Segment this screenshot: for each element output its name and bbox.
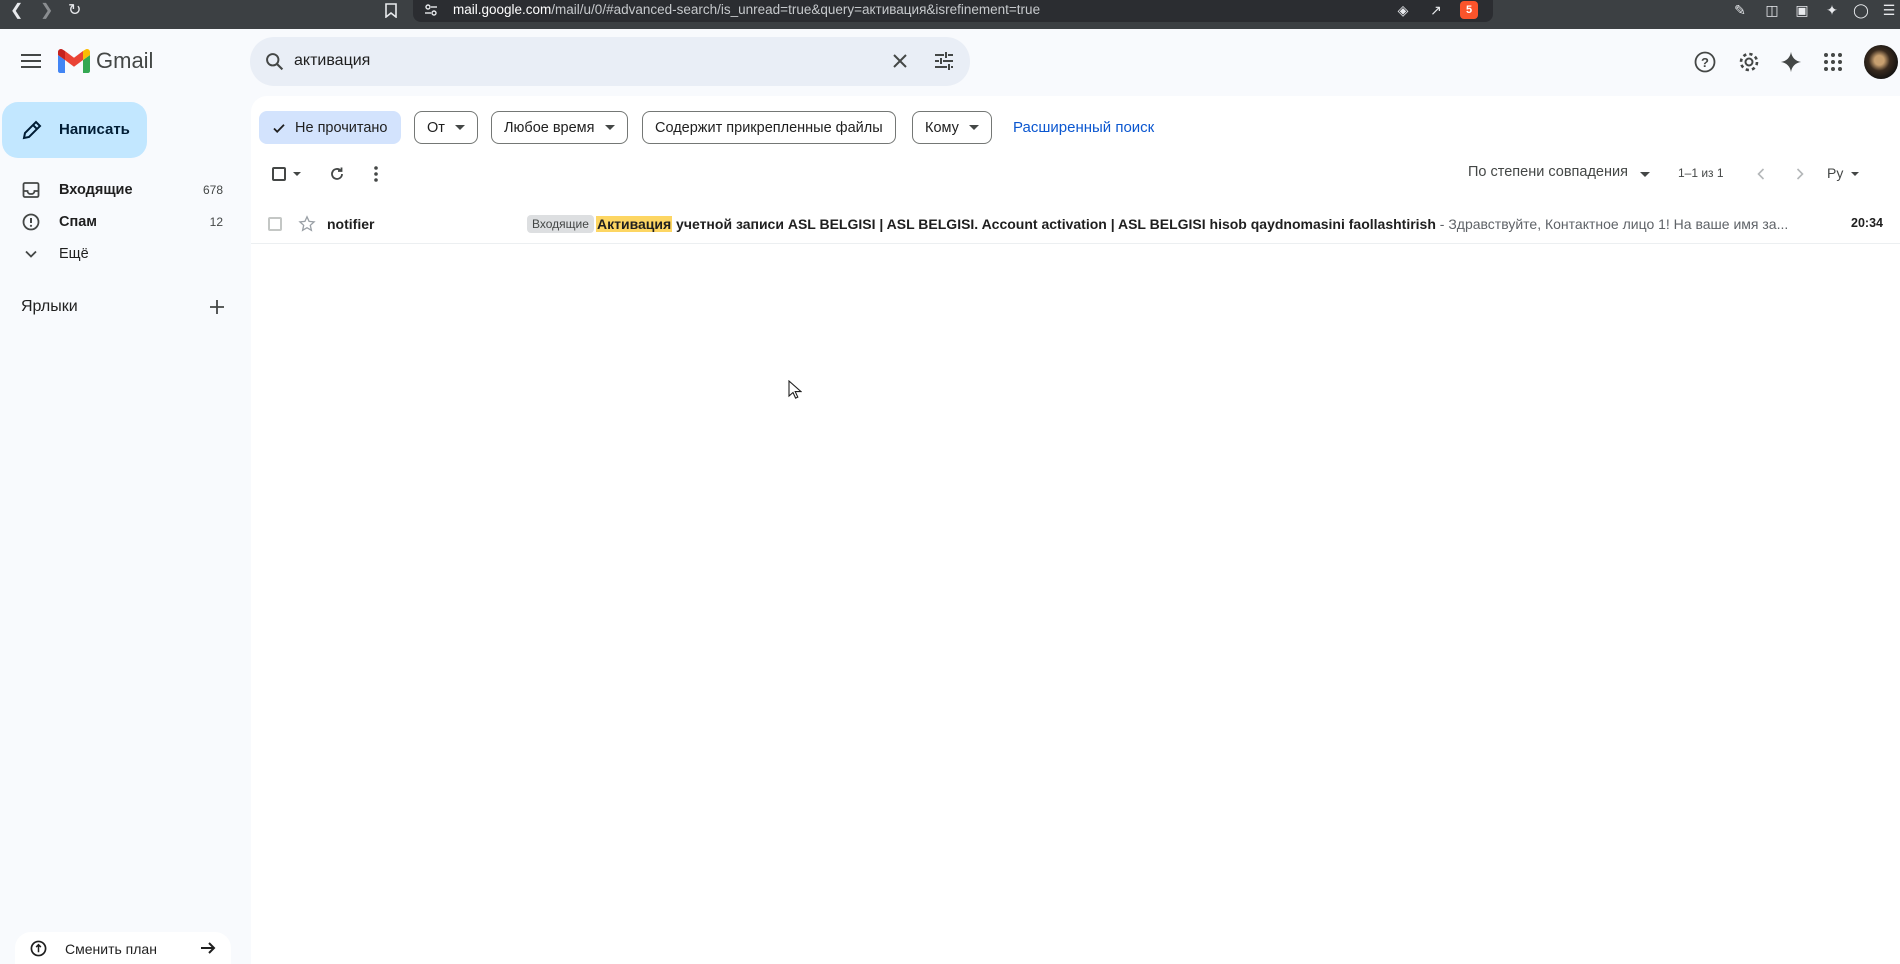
settings-icon[interactable] — [1735, 48, 1763, 76]
share-icon[interactable]: ↗ — [1427, 1, 1445, 19]
filter-from-chip[interactable]: От — [414, 111, 478, 144]
caret-down-icon — [292, 172, 301, 176]
upgrade-plan-button[interactable]: Сменить план — [15, 932, 231, 964]
spam-icon — [22, 213, 40, 231]
filter-to-chip[interactable]: Кому — [912, 111, 992, 144]
table-row[interactable]: notifier Входящие Активация учетной запи… — [251, 204, 1900, 244]
input-tools-label: Ру — [1827, 165, 1844, 181]
filter-unread-chip[interactable]: Не прочитано — [259, 111, 401, 144]
chevron-down-icon — [25, 250, 37, 258]
reload-icon[interactable]: ↻ — [68, 0, 81, 20]
labels-header: Ярлыки — [21, 298, 78, 315]
filter-attachments-chip[interactable]: Содержит прикрепленные файлы — [642, 111, 896, 144]
tracking-icon[interactable]: ◈ — [1394, 1, 1412, 19]
sidebar-icon[interactable]: ◫ — [1763, 1, 1781, 19]
search-highlight: Активация — [596, 216, 673, 232]
email-label-badge[interactable]: Входящие — [527, 215, 594, 233]
sidebar-item-label: Ещё — [59, 246, 89, 262]
gemini-icon[interactable] — [1777, 48, 1805, 76]
filter-attachments-label: Содержит прикрепленные файлы — [655, 119, 883, 136]
main-menu-icon[interactable] — [18, 50, 44, 74]
sidebar-item-spam[interactable]: Спам 12 — [0, 206, 236, 238]
main-panel: Не прочитано От Любое время Содержит при… — [251, 96, 1900, 964]
compose-label: Написать — [59, 121, 130, 138]
caret-down-icon — [1851, 172, 1860, 177]
site-settings-icon[interactable] — [422, 1, 440, 19]
vpn-icon[interactable]: ◯ — [1852, 1, 1870, 19]
inbox-icon — [22, 182, 40, 198]
filter-to-label: Кому — [925, 119, 959, 136]
forward-icon[interactable]: ❯ — [40, 0, 53, 20]
more-vert-icon[interactable] — [364, 162, 388, 186]
search-input[interactable] — [294, 47, 874, 75]
extensions-icon[interactable]: ✎ — [1731, 1, 1749, 19]
pencil-icon — [22, 120, 42, 140]
caret-down-icon — [968, 125, 979, 130]
filter-from-label: От — [427, 119, 445, 136]
brave-shields-icon[interactable]: 5 — [1460, 1, 1478, 19]
caret-down-icon — [604, 125, 615, 130]
email-subject: учетной записи ASL BELGISI | ASL BELGISI… — [672, 216, 1436, 232]
prev-page-icon[interactable] — [1749, 162, 1773, 186]
filter-time-chip[interactable]: Любое время — [491, 111, 628, 144]
back-icon[interactable]: ❮ — [10, 0, 23, 20]
mouse-cursor-icon — [788, 380, 802, 399]
checkbox-icon — [271, 167, 286, 181]
caret-down-icon[interactable] — [1640, 172, 1650, 177]
search-icon[interactable] — [264, 51, 285, 72]
filter-unread-label: Не прочитано — [295, 119, 388, 136]
sidebar-item-label: Входящие — [59, 182, 133, 198]
sort-dropdown[interactable]: По степени совпадения — [1468, 164, 1628, 180]
sidebar-item-inbox[interactable]: Входящие 678 — [0, 174, 236, 206]
next-page-icon[interactable] — [1788, 162, 1812, 186]
search-bar[interactable] — [250, 37, 970, 86]
url-text: mail.google.com/mail/u/0/#advanced-searc… — [453, 2, 1041, 17]
bookmark-icon[interactable] — [382, 1, 400, 19]
leo-ai-icon[interactable]: ✦ — [1823, 1, 1841, 19]
email-sender: notifier — [327, 216, 375, 232]
refresh-icon[interactable] — [325, 162, 349, 186]
email-snippet: - Здравствуйте, Контактное лицо 1! На ва… — [1435, 216, 1789, 232]
wallet-icon[interactable]: ▣ — [1793, 1, 1811, 19]
apps-grid-icon[interactable] — [1819, 48, 1847, 76]
compose-button[interactable]: Написать — [2, 102, 147, 158]
filter-time-label: Любое время — [504, 119, 595, 136]
gmail-m-icon — [58, 49, 90, 73]
pagination-range: 1–1 из 1 — [1678, 166, 1724, 180]
advanced-search-link[interactable]: Расширенный поиск — [1013, 119, 1154, 136]
caret-down-icon — [454, 125, 465, 130]
sidebar-item-label: Спам — [59, 214, 98, 230]
browser-menu-icon[interactable]: ☰ — [1880, 1, 1898, 19]
inbox-count: 678 — [202, 183, 223, 197]
check-icon — [273, 123, 285, 133]
search-options-icon[interactable] — [932, 49, 956, 73]
arrow-right-icon — [201, 942, 216, 954]
upgrade-label: Сменить план — [65, 941, 157, 957]
support-icon[interactable]: ? — [1691, 48, 1719, 76]
spam-count: 12 — [209, 215, 223, 229]
select-all-checkbox[interactable] — [268, 162, 304, 186]
upgrade-icon — [30, 940, 47, 957]
input-tools-button[interactable]: Ру — [1827, 165, 1860, 181]
app-name: Gmail — [96, 48, 154, 73]
gmail-logo[interactable]: Gmail — [58, 48, 153, 74]
browser-toolbar: ❮ ❯ ↻ mail.google.com/mail/u/0/#advanced… — [0, 0, 1900, 29]
sidebar-item-more[interactable]: Ещё — [0, 238, 236, 270]
star-icon[interactable] — [298, 215, 316, 233]
address-bar[interactable]: mail.google.com/mail/u/0/#advanced-searc… — [413, 0, 1493, 22]
email-subject-line: Активация учетной записи ASL BELGISI | A… — [596, 216, 1851, 232]
email-time: 20:34 — [1851, 216, 1883, 230]
account-avatar[interactable] — [1864, 45, 1898, 79]
clear-search-icon[interactable] — [888, 49, 912, 73]
add-label-icon[interactable] — [206, 296, 228, 318]
svg-text:?: ? — [1701, 55, 1709, 70]
row-checkbox[interactable] — [268, 217, 282, 231]
